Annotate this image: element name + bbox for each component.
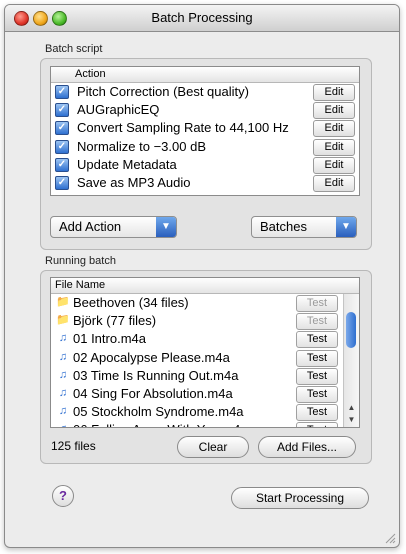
file-row[interactable]: 📁 Björk (77 files) Test <box>51 312 343 331</box>
file-name: 04 Sing For Absolution.m4a <box>73 385 233 401</box>
chevron-down-icon: ▼ <box>156 217 176 237</box>
test-file-button[interactable]: Test <box>296 404 338 422</box>
file-list: 📁 Beethoven (34 files) Test 📁 Björk (77 file… <box>51 294 343 427</box>
file-name: 01 Intro.m4a <box>73 331 146 347</box>
action-table-header: Action <box>51 67 359 83</box>
title-bar[interactable]: Batch Processing <box>5 5 399 32</box>
edit-action-button[interactable]: Edit <box>313 156 355 174</box>
add-files-button[interactable]: Add Files... <box>258 436 356 458</box>
action-row[interactable]: ✓ AUGraphicEQ Edit <box>51 101 359 120</box>
file-list-scrollbar[interactable]: ▲ ▼ <box>343 294 359 427</box>
chevron-down-icon: ▼ <box>336 217 356 237</box>
edit-action-button[interactable]: Edit <box>313 138 355 156</box>
action-rows: ✓ Pitch Correction (Best quality) Edit ✓ AUG… <box>51 83 359 192</box>
file-name: 06 Falling Away With You.m4a <box>73 422 248 427</box>
add-action-popup[interactable]: Add Action ▼ <box>50 216 177 238</box>
action-enabled-checkbox[interactable]: ✓ <box>55 139 69 154</box>
resize-grip-icon[interactable] <box>384 532 396 544</box>
file-name: 02 Apocalypse Please.m4a <box>73 349 230 365</box>
file-name: Beethoven (34 files) <box>73 295 189 310</box>
add-action-label: Add Action <box>59 219 122 234</box>
action-row[interactable]: ✓ Update Metadata Edit <box>51 156 359 174</box>
action-enabled-checkbox[interactable]: ✓ <box>55 103 69 118</box>
action-label: Normalize to −3.00 dB <box>77 138 206 154</box>
action-label: Update Metadata <box>77 156 177 172</box>
scroll-up-icon[interactable]: ▲ <box>344 402 359 414</box>
running-batch-label: Running batch <box>45 255 116 267</box>
file-count: 125 files <box>51 439 96 453</box>
action-label: Pitch Correction (Best quality) <box>77 84 249 99</box>
audio-file-icon: ♫ <box>58 368 68 381</box>
file-table: File Name 📁 Beethoven (34 files) Test 📁 Björ… <box>50 277 360 428</box>
action-label: AUGraphicEQ <box>77 102 160 118</box>
audio-file-icon: ♫ <box>58 350 68 363</box>
folder-icon: 📁 <box>56 296 70 308</box>
test-file-button[interactable]: Test <box>296 385 338 403</box>
file-name: Björk (77 files) <box>73 313 157 329</box>
file-name-column-header[interactable]: File Name <box>55 279 105 291</box>
edit-action-button[interactable]: Edit <box>313 84 355 101</box>
window-title: Batch Processing <box>151 10 253 25</box>
audio-file-icon: ♫ <box>56 423 70 427</box>
start-processing-button[interactable]: Start Processing <box>231 487 369 509</box>
file-row[interactable]: ♫ 05 Stockholm Syndrome.m4a Test <box>51 403 343 422</box>
action-row[interactable]: ✓ Convert Sampling Rate to 44,100 Hz Edit <box>51 119 359 138</box>
action-column-header[interactable]: Action <box>75 68 106 80</box>
clear-button[interactable]: Clear <box>177 436 249 458</box>
edit-action-button[interactable]: Edit <box>313 102 355 120</box>
audio-file-icon: ♫ <box>58 332 68 345</box>
scroll-down-icon[interactable]: ▼ <box>344 414 359 426</box>
folder-icon: 📁 <box>56 314 70 327</box>
action-enabled-checkbox[interactable]: ✓ <box>55 175 69 190</box>
action-row[interactable]: ✓ Pitch Correction (Best quality) Edit <box>51 83 359 101</box>
edit-action-button[interactable]: Edit <box>313 120 355 138</box>
batch-script-label: Batch script <box>45 43 103 55</box>
action-table: Action ✓ Pitch Correction (Best quality) E… <box>50 66 360 196</box>
action-enabled-checkbox[interactable]: ✓ <box>55 157 69 172</box>
action-label: Convert Sampling Rate to 44,100 Hz <box>77 120 289 136</box>
batches-label: Batches <box>260 219 307 234</box>
file-table-header: File Name <box>51 278 359 294</box>
action-enabled-checkbox[interactable]: ✓ <box>55 85 69 99</box>
file-row[interactable]: ♫ 04 Sing For Absolution.m4a Test <box>51 385 343 403</box>
test-file-button[interactable]: Test <box>296 422 338 427</box>
test-file-button[interactable]: Test <box>296 367 338 385</box>
file-row[interactable]: ♫ 03 Time Is Running Out.m4a Test <box>51 367 343 385</box>
file-name: 05 Stockholm Syndrome.m4a <box>73 404 244 420</box>
action-enabled-checkbox[interactable]: ✓ <box>55 121 69 136</box>
test-file-button[interactable]: Test <box>296 295 338 312</box>
file-row[interactable]: ♫06 Falling Away With You.m4a Test <box>51 421 343 427</box>
action-row[interactable]: ✓ Save as MP3 Audio Edit <box>51 174 359 192</box>
file-name: 03 Time Is Running Out.m4a <box>73 367 239 383</box>
file-row[interactable]: ♫ 01 Intro.m4a Test <box>51 330 343 349</box>
test-file-button[interactable]: Test <box>296 349 338 367</box>
action-label: Save as MP3 Audio <box>77 174 191 190</box>
batches-popup[interactable]: Batches ▼ <box>251 216 357 238</box>
edit-action-button[interactable]: Edit <box>313 174 355 192</box>
test-file-button[interactable]: Test <box>296 331 338 349</box>
audio-file-icon: ♫ <box>58 405 68 418</box>
help-button[interactable]: ? <box>52 485 74 507</box>
scrollbar-thumb[interactable] <box>346 312 356 348</box>
file-row[interactable]: ♫ 02 Apocalypse Please.m4a Test <box>51 349 343 367</box>
action-row[interactable]: ✓ Normalize to −3.00 dB Edit <box>51 138 359 156</box>
file-row[interactable]: 📁 Beethoven (34 files) Test <box>51 294 343 312</box>
audio-file-icon: ♫ <box>58 386 68 399</box>
test-file-button[interactable]: Test <box>296 313 338 331</box>
